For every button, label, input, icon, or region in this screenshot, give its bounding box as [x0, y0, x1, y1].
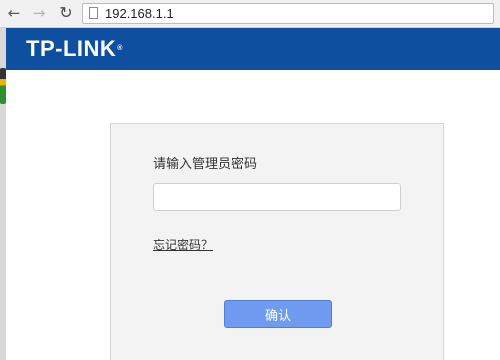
password-prompt-label: 请输入管理员密码 [153, 157, 258, 172]
login-panel: 请输入管理员密码 忘记密码？ 确认 [110, 123, 444, 360]
browser-toolbar: ← → ↻ 192.168.1.1 [0, 0, 500, 28]
forward-arrow-icon[interactable]: → [30, 4, 48, 22]
tp-link-logo: TP-LINK® [26, 36, 123, 61]
page-icon [89, 7, 98, 19]
password-input[interactable] [153, 183, 401, 211]
back-arrow-icon[interactable]: ← [5, 4, 23, 22]
forgot-password-link[interactable]: 忘记密码？ [153, 238, 213, 253]
address-bar[interactable]: 192.168.1.1 [82, 3, 494, 24]
side-handle-icon [0, 68, 6, 104]
confirm-button[interactable]: 确认 [224, 300, 332, 328]
brand-header: TP-LINK® [6, 28, 500, 70]
window-side-strip [0, 28, 6, 360]
url-text[interactable]: 192.168.1.1 [105, 5, 174, 22]
reload-icon[interactable]: ↻ [57, 4, 75, 22]
